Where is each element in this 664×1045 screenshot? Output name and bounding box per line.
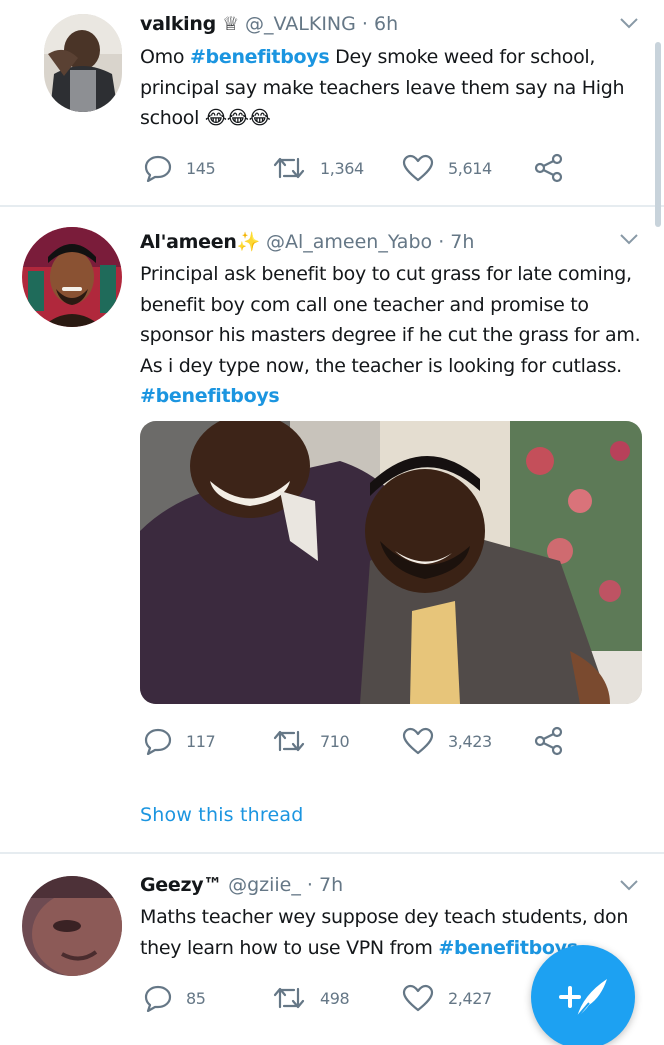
retweet-button[interactable]: 498 bbox=[272, 980, 350, 1016]
avatar[interactable] bbox=[44, 14, 122, 112]
timestamp[interactable]: 7h bbox=[319, 874, 343, 896]
photo-image bbox=[140, 421, 642, 704]
tweet-card[interactable]: valking ♕ @_VALKING · 6h Omo #benefitboy… bbox=[0, 0, 664, 205]
tweet-text-part: Omo bbox=[140, 46, 190, 68]
like-count: 5,614 bbox=[448, 158, 492, 178]
timestamp[interactable]: 7h bbox=[450, 231, 474, 253]
caret-down-icon[interactable] bbox=[618, 228, 640, 250]
like-icon bbox=[402, 727, 434, 755]
tweet-actions: 85 498 2,427 bbox=[140, 980, 570, 1016]
retweet-icon bbox=[273, 157, 305, 179]
caret-down-icon[interactable] bbox=[618, 874, 640, 896]
tweet-header: Al'ameen✨ @Al_ameen_Yabo · 7h bbox=[140, 230, 640, 254]
like-icon bbox=[402, 154, 434, 182]
hashtag-link[interactable]: #benefitboys bbox=[140, 385, 280, 407]
display-name[interactable]: Geezy™ bbox=[140, 874, 222, 896]
avatar-photo bbox=[44, 14, 122, 112]
tweet-header: valking ♕ @_VALKING · 6h bbox=[140, 12, 640, 36]
retweet-count: 1,364 bbox=[320, 158, 364, 178]
share-icon bbox=[534, 726, 563, 756]
share-button[interactable] bbox=[534, 723, 564, 759]
scrollbar[interactable] bbox=[655, 42, 661, 227]
tweet-text-part: Principal ask benefit boy to cut grass f… bbox=[140, 263, 641, 377]
separator-dot: · bbox=[438, 231, 445, 253]
reply-icon bbox=[144, 728, 172, 755]
tweet-text: Principal ask benefit boy to cut grass f… bbox=[140, 259, 645, 412]
like-button[interactable]: 3,423 bbox=[402, 723, 492, 759]
avatar-photo bbox=[22, 227, 122, 327]
share-button[interactable] bbox=[534, 150, 564, 186]
avatar-photo bbox=[22, 876, 122, 976]
avatar[interactable] bbox=[22, 227, 122, 327]
like-button[interactable]: 5,614 bbox=[402, 150, 492, 186]
like-icon bbox=[402, 984, 434, 1012]
user-handle[interactable]: @gziie_ bbox=[228, 874, 301, 896]
avatar[interactable] bbox=[22, 876, 122, 976]
tweet-header: Geezy™ @gziie_ · 7h bbox=[140, 873, 640, 897]
retweet-count: 498 bbox=[320, 988, 350, 1008]
separator-dot: · bbox=[361, 13, 368, 35]
compose-tweet-icon bbox=[559, 979, 607, 1018]
retweet-icon bbox=[273, 730, 305, 752]
separator-dot: · bbox=[306, 874, 313, 896]
caret-down-icon[interactable] bbox=[618, 12, 640, 34]
compose-tweet-button[interactable] bbox=[531, 945, 635, 1045]
user-handle[interactable]: @Al_ameen_Yabo bbox=[266, 231, 432, 253]
like-count: 3,423 bbox=[448, 731, 492, 751]
retweet-icon bbox=[273, 987, 305, 1009]
like-button[interactable]: 2,427 bbox=[402, 980, 492, 1016]
reply-count: 85 bbox=[186, 988, 206, 1008]
reply-icon bbox=[144, 155, 172, 182]
reply-button[interactable]: 85 bbox=[144, 980, 206, 1016]
tweet-actions: 117 710 3,423 bbox=[140, 723, 570, 759]
reply-icon bbox=[144, 985, 172, 1012]
reply-count: 117 bbox=[186, 731, 216, 751]
display-name[interactable]: Al'ameen✨ bbox=[140, 231, 260, 253]
display-name[interactable]: valking ♕ bbox=[140, 13, 239, 35]
show-thread-link[interactable]: Show this thread bbox=[140, 804, 304, 826]
share-icon bbox=[534, 153, 563, 183]
hashtag-link[interactable]: #benefitboys bbox=[190, 46, 330, 68]
timestamp[interactable]: 6h bbox=[374, 13, 398, 35]
tweet-actions: 145 1,364 5,614 bbox=[140, 150, 570, 186]
tweet-media-photo[interactable] bbox=[140, 421, 642, 704]
like-count: 2,427 bbox=[448, 988, 492, 1008]
tweet-card[interactable]: Al'ameen✨ @Al_ameen_Yabo · 7h Principal … bbox=[0, 207, 664, 852]
reply-count: 145 bbox=[186, 158, 216, 178]
tweet-text: Omo #benefitboys Dey smoke weed for scho… bbox=[140, 42, 645, 134]
user-handle[interactable]: @_VALKING bbox=[245, 13, 356, 35]
retweet-button[interactable]: 710 bbox=[272, 723, 350, 759]
retweet-button[interactable]: 1,364 bbox=[272, 150, 364, 186]
reply-button[interactable]: 145 bbox=[144, 150, 216, 186]
reply-button[interactable]: 117 bbox=[144, 723, 216, 759]
retweet-count: 710 bbox=[320, 731, 350, 751]
